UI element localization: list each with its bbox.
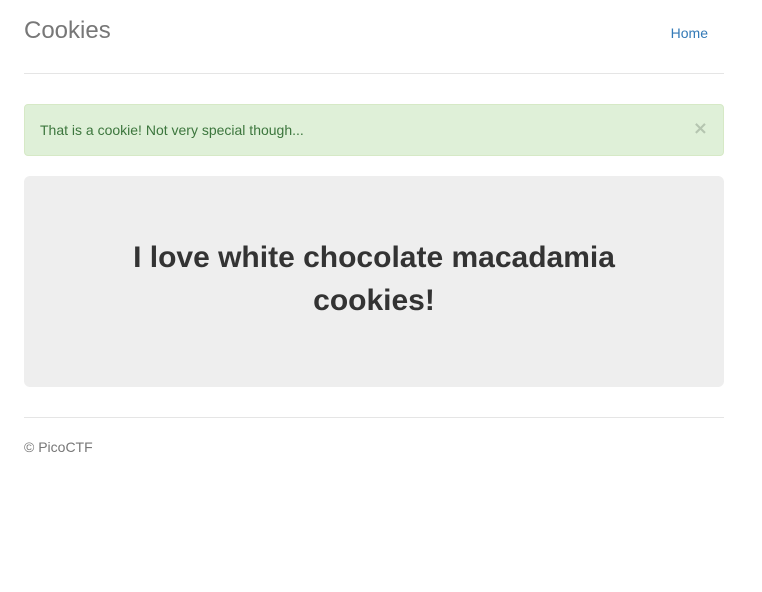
jumbotron: I love white chocolate macadamia cookies… (24, 176, 724, 387)
brand-title: Cookies (24, 17, 111, 44)
nav-home-link[interactable]: Home (671, 24, 708, 42)
footer-copyright: © PicoCTF (24, 439, 93, 455)
close-icon[interactable]: × (693, 119, 708, 139)
header: Cookies Home (24, 0, 724, 74)
alert-message: That is a cookie! Not very special thoug… (40, 122, 304, 138)
jumbotron-heading: I love white chocolate macadamia cookies… (133, 241, 615, 317)
success-alert: That is a cookie! Not very special thoug… (24, 104, 724, 156)
page-container: Cookies Home That is a cookie! Not very … (24, 0, 724, 455)
footer: © PicoCTF (24, 417, 724, 455)
